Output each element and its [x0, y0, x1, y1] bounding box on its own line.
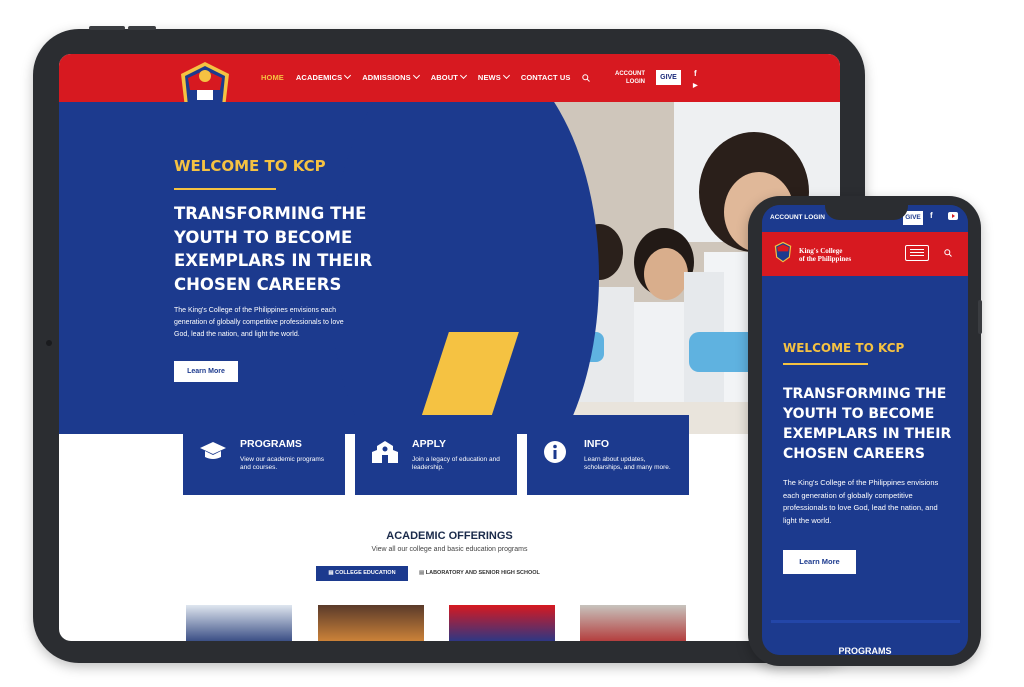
hero-title: TRANSFORMING THE YOUTH TO BECOME EXEMPLA… — [174, 202, 374, 296]
mobile-hero-welcome: WELCOME TO KCP — [783, 341, 905, 355]
search-icon[interactable] — [582, 73, 591, 82]
mobile-hero-description: The King's College of the Philippines en… — [783, 478, 939, 525]
card-title: APPLY — [412, 438, 447, 450]
programs-card[interactable]: PROGRAMS View our academic programs and … — [183, 415, 345, 495]
main-nav: HOME ACADEMICS ADMISSIONS ABOUT NEWS CON… — [261, 71, 591, 82]
nav-home[interactable]: HOME — [261, 73, 284, 82]
tab-label: LABORATORY AND SENIOR HIGH SCHOOL — [425, 570, 540, 576]
hero-welcome: WELCOME TO KCP — [174, 157, 326, 175]
document-icon: ▤ — [419, 570, 426, 576]
phone-screen: ACCOUNT LOGIN GIVE f King's College of t… — [762, 205, 968, 655]
chevron-down-icon — [344, 71, 352, 80]
hero-title-line: YOUTH TO BECOME — [783, 406, 935, 422]
hero-title-line: TRANSFORMING THE — [783, 386, 947, 402]
mobile-card-title: PROGRAMS — [838, 646, 892, 655]
youtube-icon[interactable] — [948, 212, 958, 220]
card-description: Learn about updates, scholarships, and m… — [584, 456, 671, 471]
search-icon[interactable] — [944, 249, 952, 257]
chevron-down-icon — [502, 71, 510, 80]
school-building-icon — [371, 440, 399, 470]
nav-admissions[interactable]: ADMISSIONS — [362, 71, 420, 82]
hero-description: The King's College of the Philippines en… — [174, 307, 344, 338]
chevron-down-icon — [459, 71, 467, 80]
mobile-brand-name: King's College of the Philippines — [799, 247, 851, 263]
info-icon — [543, 440, 567, 470]
card-description: Join a legacy of education and leadershi… — [412, 456, 500, 471]
nav-news-label: NEWS — [477, 73, 501, 82]
tablet-side-button — [128, 26, 156, 30]
hero-title-line: CHOSEN CAREERS — [783, 446, 926, 462]
nav-admissions-label: ADMISSIONS — [362, 73, 411, 82]
program-thumbnail[interactable] — [580, 605, 686, 641]
site-header: HOME ACADEMICS ADMISSIONS ABOUT NEWS CON… — [59, 54, 840, 122]
program-thumbnail[interactable] — [318, 605, 424, 641]
social-links: f ▶ — [693, 68, 698, 92]
facebook-icon[interactable]: f — [693, 68, 698, 80]
hero-title-line: TRANSFORMING THE — [174, 204, 367, 223]
offerings-title: ACADEMIC OFFERINGS — [386, 530, 513, 542]
nav-contact[interactable]: CONTACT US — [521, 73, 571, 82]
tab-college-education[interactable]: ▤ COLLEGE EDUCATION — [316, 566, 408, 581]
chevron-down-icon — [412, 71, 420, 80]
hero-title-line: EXEMPLARS IN THEIR — [783, 426, 952, 442]
mobile-hero-title: TRANSFORMING THE YOUTH TO BECOME EXEMPLA… — [783, 384, 963, 464]
mobile-learn-more-button[interactable]: Learn More — [783, 550, 856, 574]
tab-laboratory-shs[interactable]: ▤ LABORATORY AND SENIOR HIGH SCHOOL — [419, 566, 569, 581]
hamburger-menu-icon[interactable] — [905, 245, 929, 261]
account-login-link[interactable]: ACCOUNT LOGIN — [615, 70, 645, 86]
facebook-icon[interactable]: f — [930, 211, 933, 220]
hero-title-line: YOUTH TO BECOME — [174, 227, 353, 247]
nav-about-label: ABOUT — [430, 73, 458, 82]
program-thumbnail[interactable] — [449, 605, 555, 641]
graduation-cap-icon — [199, 440, 227, 468]
brand-line: of the Philippines — [799, 255, 852, 263]
hero-title-line: EXEMPLARS IN THEIR — [174, 251, 373, 270]
nav-academics[interactable]: ACADEMICS — [295, 71, 352, 82]
info-card[interactable]: INFO Learn about updates, scholarships, … — [527, 415, 689, 495]
card-title: PROGRAMS — [240, 438, 302, 450]
card-title: INFO — [584, 438, 610, 450]
nav-academics-label: ACADEMICS — [295, 73, 343, 82]
hero-title-line: CHOSEN CAREERS — [174, 274, 342, 294]
apply-card[interactable]: APPLY Join a legacy of education and lea… — [355, 415, 517, 495]
tablet-screen: HOME ACADEMICS ADMISSIONS ABOUT NEWS CON… — [59, 54, 840, 641]
brand-line: King's College — [799, 247, 843, 255]
phone-notch — [825, 200, 908, 220]
nav-news[interactable]: NEWS — [477, 71, 510, 82]
learn-more-button[interactable]: Learn More — [174, 361, 238, 382]
mobile-hero-rule — [783, 363, 868, 365]
youtube-icon[interactable]: ▶ — [693, 80, 698, 92]
offerings-subtitle: View all our college and basic education… — [371, 546, 528, 553]
card-description: View our academic programs and courses. — [240, 456, 325, 471]
kcp-logo[interactable] — [772, 241, 794, 263]
tablet-camera — [46, 340, 52, 346]
give-button[interactable]: GIVE — [656, 70, 681, 85]
hero-rule — [174, 188, 276, 190]
tab-label: COLLEGE EDUCATION — [335, 570, 396, 576]
tablet-side-button — [89, 26, 125, 30]
account-line: ACCOUNT — [615, 71, 645, 77]
mobile-account-login[interactable]: ACCOUNT LOGIN — [770, 214, 825, 221]
phone-side-button — [978, 300, 982, 334]
login-line: LOGIN — [626, 79, 645, 85]
nav-about[interactable]: ABOUT — [430, 71, 467, 82]
program-thumbnail[interactable] — [186, 605, 292, 641]
